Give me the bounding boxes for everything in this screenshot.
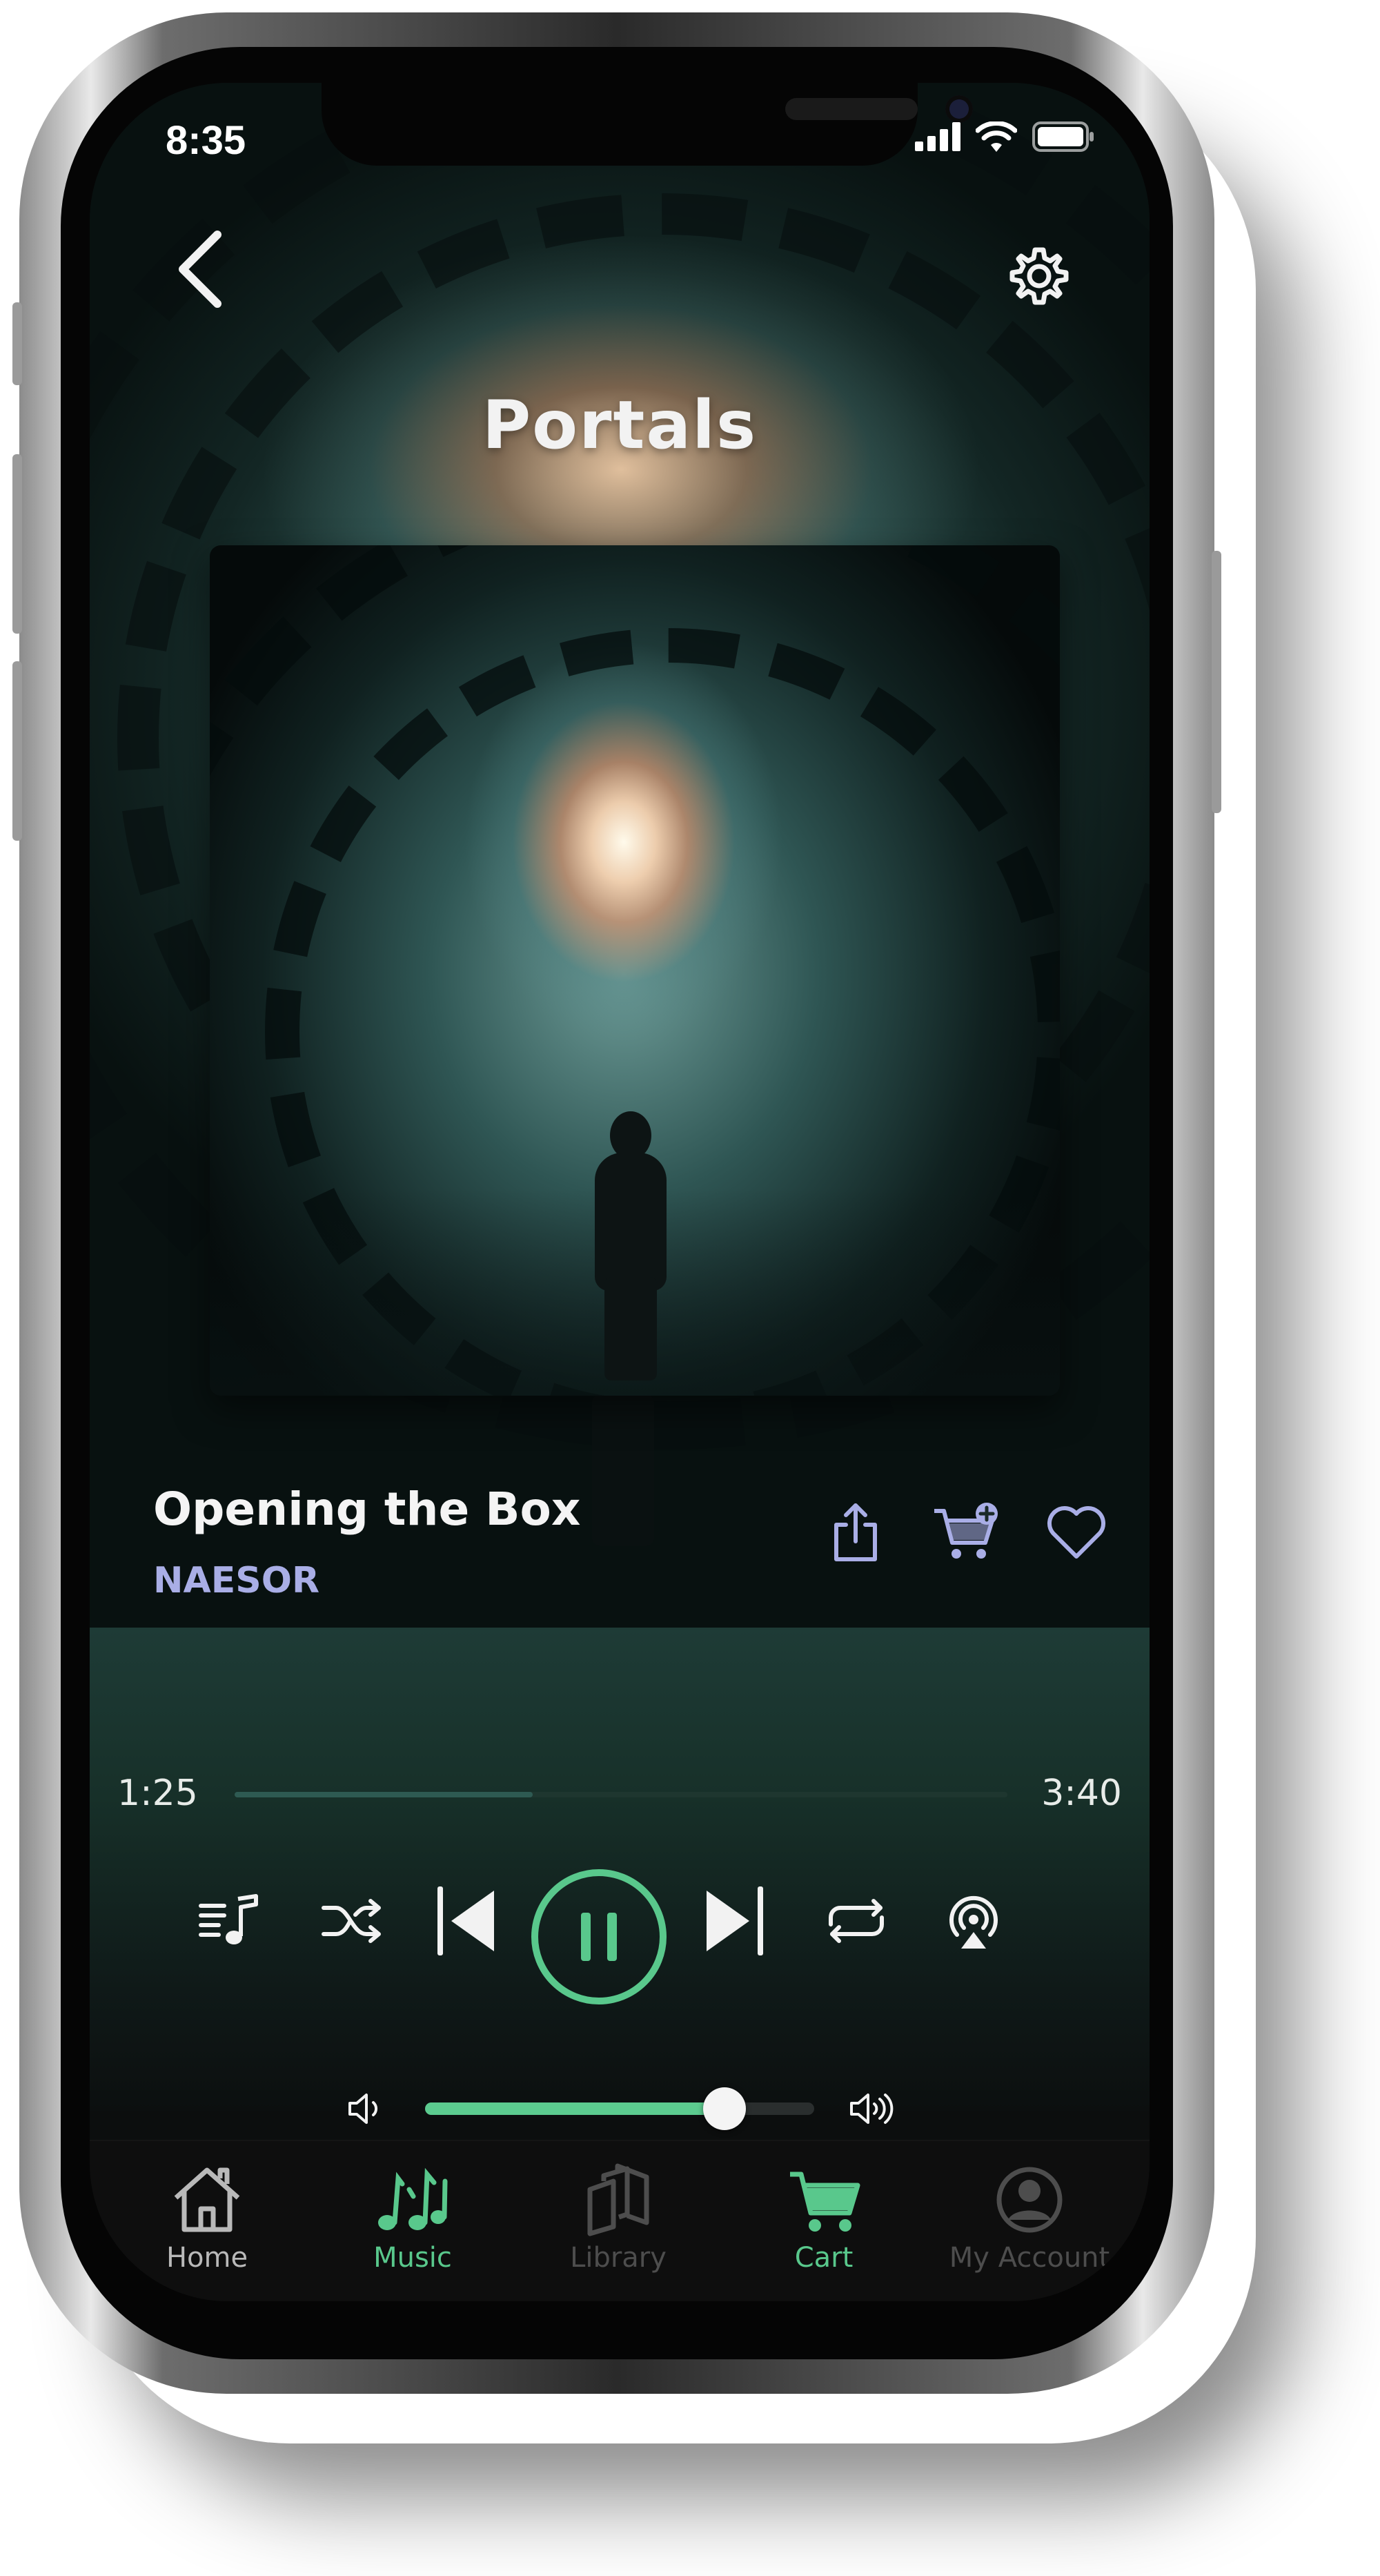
skip-next-icon (707, 1886, 763, 1955)
tab-music-label: Music (373, 2242, 452, 2274)
screen: 8:35 Portals Opening the Box NAESOR 1:25… (90, 83, 1150, 2301)
library-icon (587, 2163, 649, 2236)
cart-add-icon (934, 1503, 998, 1559)
elapsed-time: 1:25 (117, 1773, 198, 1814)
tab-home-label: Home (166, 2242, 248, 2274)
share-icon (834, 1503, 877, 1561)
tab-home[interactable]: Home (103, 2162, 310, 2274)
previous-button[interactable] (414, 1869, 518, 1973)
shuffle-icon (322, 1899, 381, 1943)
total-time: 3:40 (1041, 1773, 1122, 1814)
player-panel: 1:25 3:40 (90, 1628, 1150, 2111)
progress-fill (235, 1792, 533, 1797)
progress-bar[interactable] (235, 1792, 1007, 1797)
tab-bar: Home Music Library Cart My Account (90, 2140, 1150, 2301)
playlist-music-icon (199, 1894, 258, 1944)
signal-icon (915, 122, 960, 151)
airplay-button[interactable] (929, 1876, 1018, 1966)
skip-previous-icon (437, 1886, 494, 1955)
volume-down-button (12, 661, 22, 841)
tab-music[interactable]: Music (309, 2162, 516, 2274)
volume-high-icon (850, 2094, 894, 2124)
cart-icon (790, 2172, 860, 2232)
volume-up-button (12, 454, 22, 634)
back-button[interactable] (159, 221, 241, 318)
status-time: 8:35 (166, 118, 246, 163)
volume-up-control[interactable] (842, 2078, 904, 2140)
wifi-icon (976, 121, 1017, 152)
repeat-icon (829, 1899, 884, 1943)
status-icons (915, 121, 1094, 152)
mute-switch (12, 302, 22, 385)
share-button[interactable] (821, 1498, 890, 1567)
shuffle-button[interactable] (307, 1876, 397, 1966)
gear-icon (1009, 247, 1069, 305)
like-button[interactable] (1042, 1498, 1111, 1567)
volume-fill (425, 2102, 725, 2115)
chevron-left-icon (179, 231, 221, 308)
heart-icon (1047, 1505, 1106, 1559)
airplay-icon (949, 1895, 998, 1949)
volume-slider[interactable] (425, 2087, 814, 2130)
tab-cart-label: Cart (794, 2242, 854, 2274)
pause-button[interactable] (531, 1869, 667, 2004)
track-artist[interactable]: NAESOR (153, 1560, 319, 1601)
tab-library-label: Library (570, 2242, 667, 2274)
volume-down-control[interactable] (335, 2078, 397, 2140)
settings-button[interactable] (1005, 242, 1074, 311)
repeat-button[interactable] (811, 1876, 901, 1966)
album-art (210, 545, 1060, 1396)
figure-reflection (592, 1394, 654, 1546)
volume-knob[interactable] (703, 2087, 747, 2130)
home-icon (174, 2167, 240, 2232)
battery-icon (1032, 121, 1094, 152)
track-title: Opening the Box (153, 1483, 581, 1536)
earpiece-speaker (785, 98, 918, 120)
track-actions (821, 1498, 1111, 1567)
add-to-cart-button[interactable] (931, 1498, 1000, 1567)
pause-bar-right (607, 1913, 617, 1961)
figure-body (595, 1153, 667, 1291)
tab-cart[interactable]: Cart (720, 2162, 927, 2274)
album-title: Portals (482, 387, 758, 464)
power-button (1212, 551, 1221, 813)
music-notes-icon (378, 2167, 448, 2230)
tab-my-account[interactable]: My Account (926, 2162, 1133, 2274)
volume-low-icon (348, 2094, 378, 2124)
tab-my-account-label: My Account (949, 2242, 1110, 2274)
notch (322, 83, 973, 166)
queue-button[interactable] (186, 1876, 276, 1966)
next-button[interactable] (683, 1869, 787, 1973)
account-icon (996, 2167, 1063, 2233)
figure-legs (604, 1277, 657, 1380)
pause-bar-left (581, 1913, 591, 1961)
tab-library[interactable]: Library (515, 2162, 722, 2274)
front-camera (945, 95, 973, 123)
